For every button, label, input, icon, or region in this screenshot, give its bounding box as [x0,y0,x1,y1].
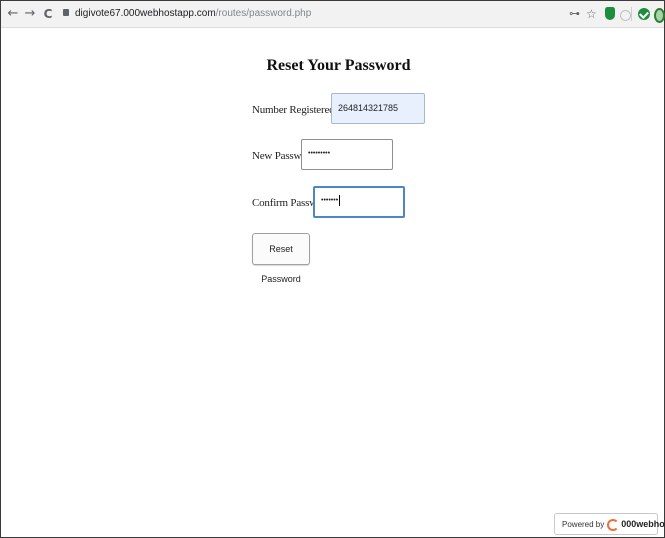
lock-icon [63,8,69,16]
reload-button[interactable]: C [41,5,55,23]
000webhost-logo-icon [607,518,620,531]
extension-icon[interactable] [620,10,631,21]
confirm-password-field[interactable]: ••••••• [313,186,405,218]
drop-extension-icon[interactable] [654,8,665,23]
back-button[interactable]: ← [6,5,20,23]
brand-name: 000webhost [621,519,665,529]
forward-button[interactable]: → [23,5,37,23]
bookmark-star-icon[interactable]: ☆ [586,7,600,21]
shield-extension-icon[interactable] [605,7,615,20]
text-caret [339,194,341,206]
browser-toolbar: ← → C digivote67.000webhostapp.com/route… [1,1,665,28]
url-path: /routes/password.php [215,8,312,19]
address-bar[interactable]: digivote67.000webhostapp.com/routes/pass… [63,5,513,23]
page-title: Reset Your Password [266,57,411,74]
confirm-password-value: ••••••• [321,197,339,204]
browser-window [0,0,665,538]
number-field[interactable]: 264814321785 [331,93,425,124]
hosting-badge[interactable]: Powered by 000webhost [554,513,665,535]
new-password-field[interactable]: ••••••••• [301,139,393,170]
reset-password-button[interactable]: Reset Password [252,233,310,284]
key-icon[interactable]: ⊶ [569,7,583,21]
toolbar-divider [631,7,632,21]
check-extension-icon[interactable] [638,8,650,20]
url-host: digivote67.000webhostapp.com [75,8,216,19]
powered-by-text: Powered by [562,520,605,529]
